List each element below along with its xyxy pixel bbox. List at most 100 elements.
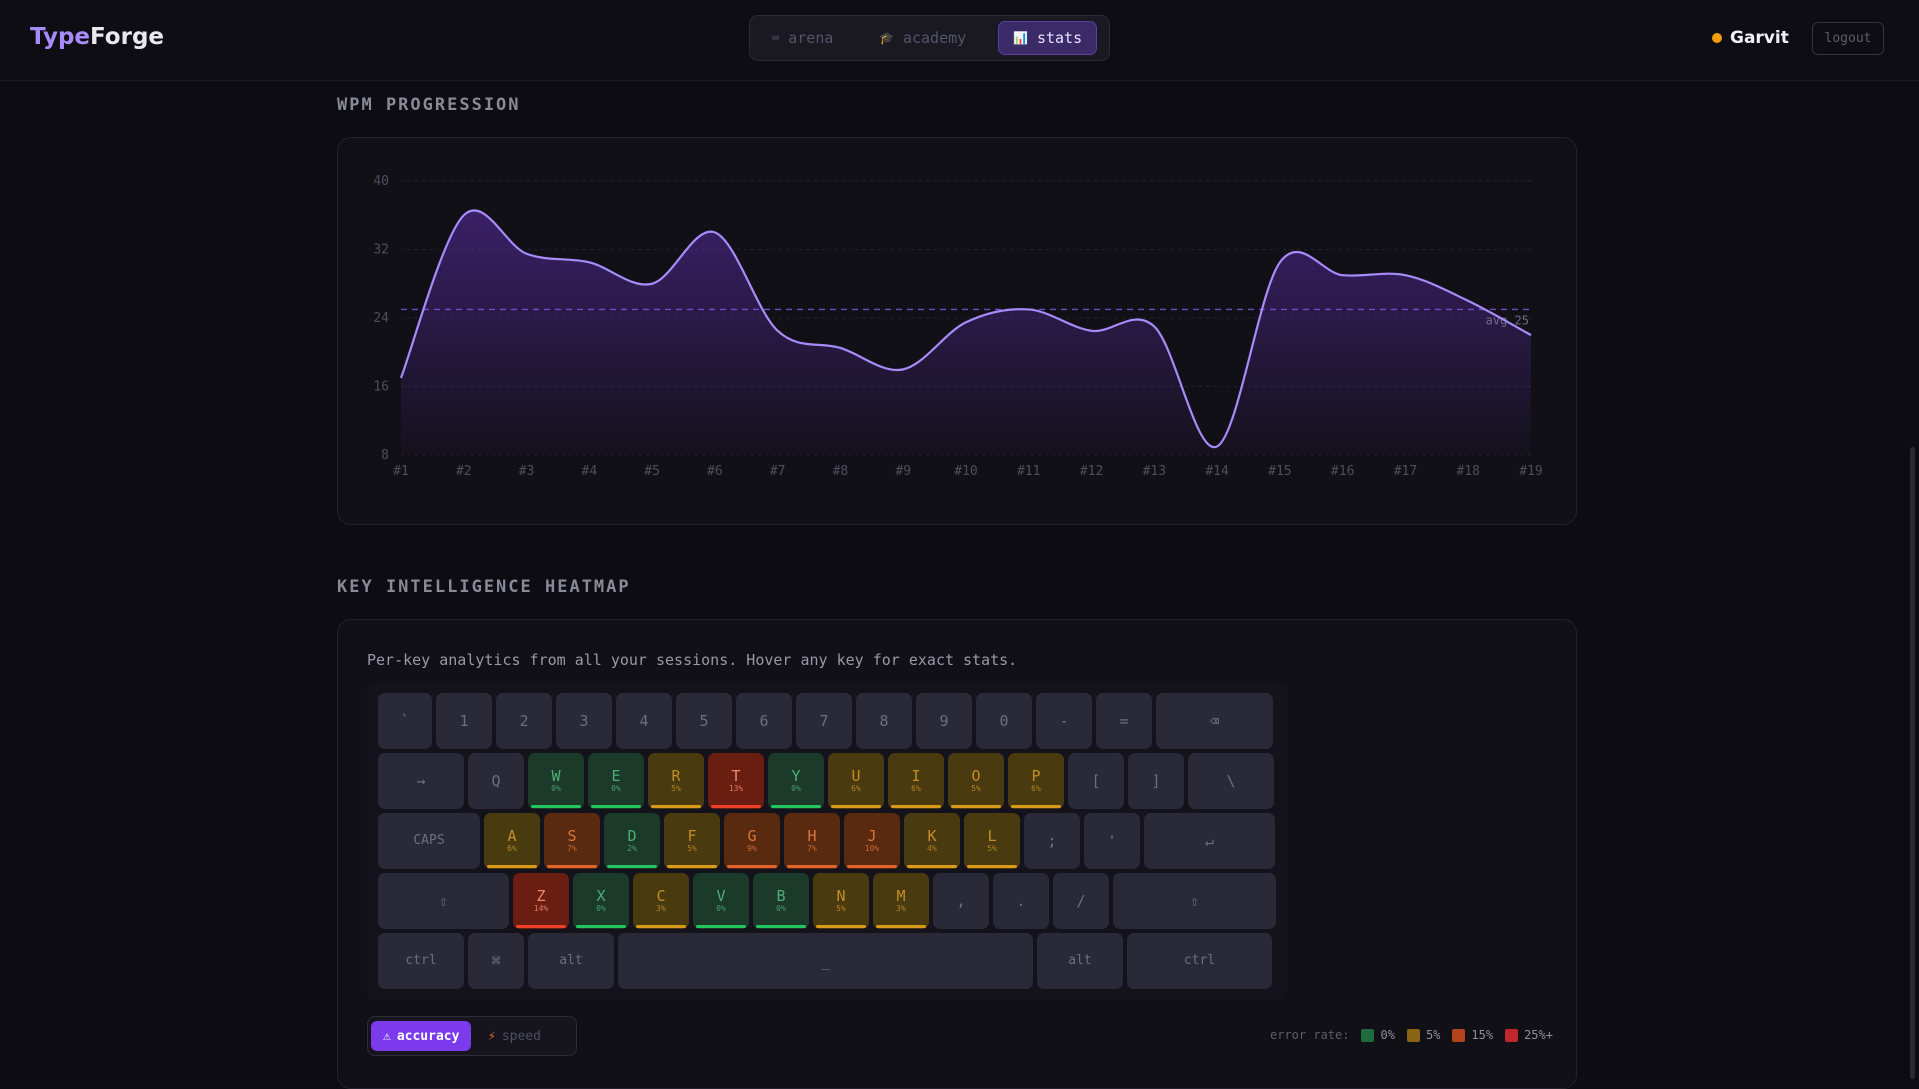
key-2-7[interactable]: J10% xyxy=(844,813,900,869)
tab-academy[interactable]: 🎓 academy xyxy=(865,21,980,55)
key-label: V xyxy=(716,888,725,904)
x-tick-label: #2 xyxy=(456,464,472,479)
legend-swatch-25 xyxy=(1505,1029,1518,1042)
key-1-9[interactable]: O5% xyxy=(948,753,1004,809)
key-1-8[interactable]: I6% xyxy=(888,753,944,809)
key-1-13[interactable]: \ xyxy=(1188,753,1274,809)
key-0-4[interactable]: 4 xyxy=(616,693,672,749)
key-2-2[interactable]: S7% xyxy=(544,813,600,869)
key-0-3[interactable]: 3 xyxy=(556,693,612,749)
key-3-0[interactable]: ⇧ xyxy=(378,873,509,929)
key-2-4[interactable]: F5% xyxy=(664,813,720,869)
key-label: \ xyxy=(1226,773,1235,789)
key-1-3[interactable]: E0% xyxy=(588,753,644,809)
key-2-9[interactable]: L5% xyxy=(964,813,1020,869)
key-1-5[interactable]: T13% xyxy=(708,753,764,809)
status-dot xyxy=(1712,33,1722,43)
key-3-2[interactable]: X0% xyxy=(573,873,629,929)
key-3-11[interactable]: ⇧ xyxy=(1113,873,1276,929)
key-2-3[interactable]: D2% xyxy=(604,813,660,869)
key-1-11[interactable]: [ xyxy=(1068,753,1124,809)
key-4-1[interactable]: ⌘ xyxy=(468,933,524,989)
key-1-10[interactable]: P6% xyxy=(1008,753,1064,809)
error-rate-legend: error rate: 0% 5% 15% 25%+ xyxy=(1270,1028,1553,1042)
key-0-9[interactable]: 9 xyxy=(916,693,972,749)
warning-icon: ⚠ xyxy=(383,1029,391,1044)
key-3-7[interactable]: M3% xyxy=(873,873,929,929)
logout-button[interactable]: logout xyxy=(1812,22,1884,55)
key-label: _ xyxy=(821,953,830,969)
key-label: X xyxy=(596,888,605,904)
key-1-1[interactable]: Q xyxy=(468,753,524,809)
key-1-2[interactable]: W0% xyxy=(528,753,584,809)
key-2-8[interactable]: K4% xyxy=(904,813,960,869)
key-3-9[interactable]: . xyxy=(993,873,1049,929)
tab-stats[interactable]: 📊 stats xyxy=(998,21,1097,55)
key-label: 7 xyxy=(819,713,828,729)
key-3-10[interactable]: / xyxy=(1053,873,1109,929)
key-4-5[interactable]: ctrl xyxy=(1127,933,1272,989)
tab-arena[interactable]: ⌨ arena xyxy=(758,21,847,55)
brand-part-2: Forge xyxy=(90,24,164,50)
key-4-2[interactable]: alt xyxy=(528,933,614,989)
key-4-4[interactable]: alt xyxy=(1037,933,1123,989)
key-3-5[interactable]: B0% xyxy=(753,873,809,929)
key-1-0[interactable]: → xyxy=(378,753,464,809)
key-0-2[interactable]: 2 xyxy=(496,693,552,749)
key-1-4[interactable]: R5% xyxy=(648,753,704,809)
mode-accuracy-button[interactable]: ⚠ accuracy xyxy=(371,1021,471,1051)
app-logo[interactable]: TypeForge xyxy=(30,24,164,50)
key-3-8[interactable]: , xyxy=(933,873,989,929)
key-3-1[interactable]: Z14% xyxy=(513,873,569,929)
key-2-11[interactable]: ' xyxy=(1084,813,1140,869)
key-label: ; xyxy=(1047,833,1056,849)
key-label: P xyxy=(1031,768,1040,784)
key-2-12[interactable]: ↵ xyxy=(1144,813,1275,869)
key-label: I xyxy=(911,768,920,784)
key-3-3[interactable]: C3% xyxy=(633,873,689,929)
y-tick-label: 40 xyxy=(373,174,389,189)
key-0-8[interactable]: 8 xyxy=(856,693,912,749)
key-0-11[interactable]: - xyxy=(1036,693,1092,749)
key-2-5[interactable]: G9% xyxy=(724,813,780,869)
key-0-1[interactable]: 1 xyxy=(436,693,492,749)
key-rate-bar xyxy=(891,805,941,808)
key-1-7[interactable]: U6% xyxy=(828,753,884,809)
mode-speed-button[interactable]: ⚡ speed xyxy=(476,1021,553,1051)
key-2-10[interactable]: ; xyxy=(1024,813,1080,869)
key-label: R xyxy=(671,768,680,784)
key-1-12[interactable]: ] xyxy=(1128,753,1184,809)
x-tick-label: #16 xyxy=(1331,464,1354,479)
key-label: 2 xyxy=(519,713,528,729)
x-tick-label: #15 xyxy=(1268,464,1291,479)
wpm-chart: 403224168avg 25#1#2#3#4#5#6#7#8#9#10#11#… xyxy=(338,138,1578,526)
key-3-4[interactable]: V0% xyxy=(693,873,749,929)
key-error-rate: 5% xyxy=(671,784,681,794)
key-2-0[interactable]: CAPS xyxy=(378,813,480,869)
key-4-0[interactable]: ctrl xyxy=(378,933,464,989)
key-error-rate: 0% xyxy=(776,904,786,914)
key-0-7[interactable]: 7 xyxy=(796,693,852,749)
average-label: avg 25 xyxy=(1486,313,1529,327)
lightning-icon: ⚡ xyxy=(488,1029,496,1044)
username: Garvit xyxy=(1730,28,1789,48)
key-1-6[interactable]: Y0% xyxy=(768,753,824,809)
key-0-13[interactable]: ⌫ xyxy=(1156,693,1273,749)
x-tick-label: #10 xyxy=(954,464,977,479)
key-0-10[interactable]: 0 xyxy=(976,693,1032,749)
key-rate-bar xyxy=(876,925,926,928)
key-0-5[interactable]: 5 xyxy=(676,693,732,749)
key-2-6[interactable]: H7% xyxy=(784,813,840,869)
key-0-6[interactable]: 6 xyxy=(736,693,792,749)
page-scrollbar[interactable] xyxy=(1910,447,1915,1079)
key-0-0[interactable]: ` xyxy=(378,693,432,749)
key-4-3[interactable]: _ xyxy=(618,933,1033,989)
x-tick-label: #3 xyxy=(519,464,535,479)
key-0-12[interactable]: = xyxy=(1096,693,1152,749)
key-rate-bar xyxy=(607,865,657,868)
key-3-6[interactable]: N5% xyxy=(813,873,869,929)
x-tick-label: #13 xyxy=(1143,464,1166,479)
key-rate-bar xyxy=(667,865,717,868)
key-label: Z xyxy=(536,888,545,904)
key-2-1[interactable]: A6% xyxy=(484,813,540,869)
